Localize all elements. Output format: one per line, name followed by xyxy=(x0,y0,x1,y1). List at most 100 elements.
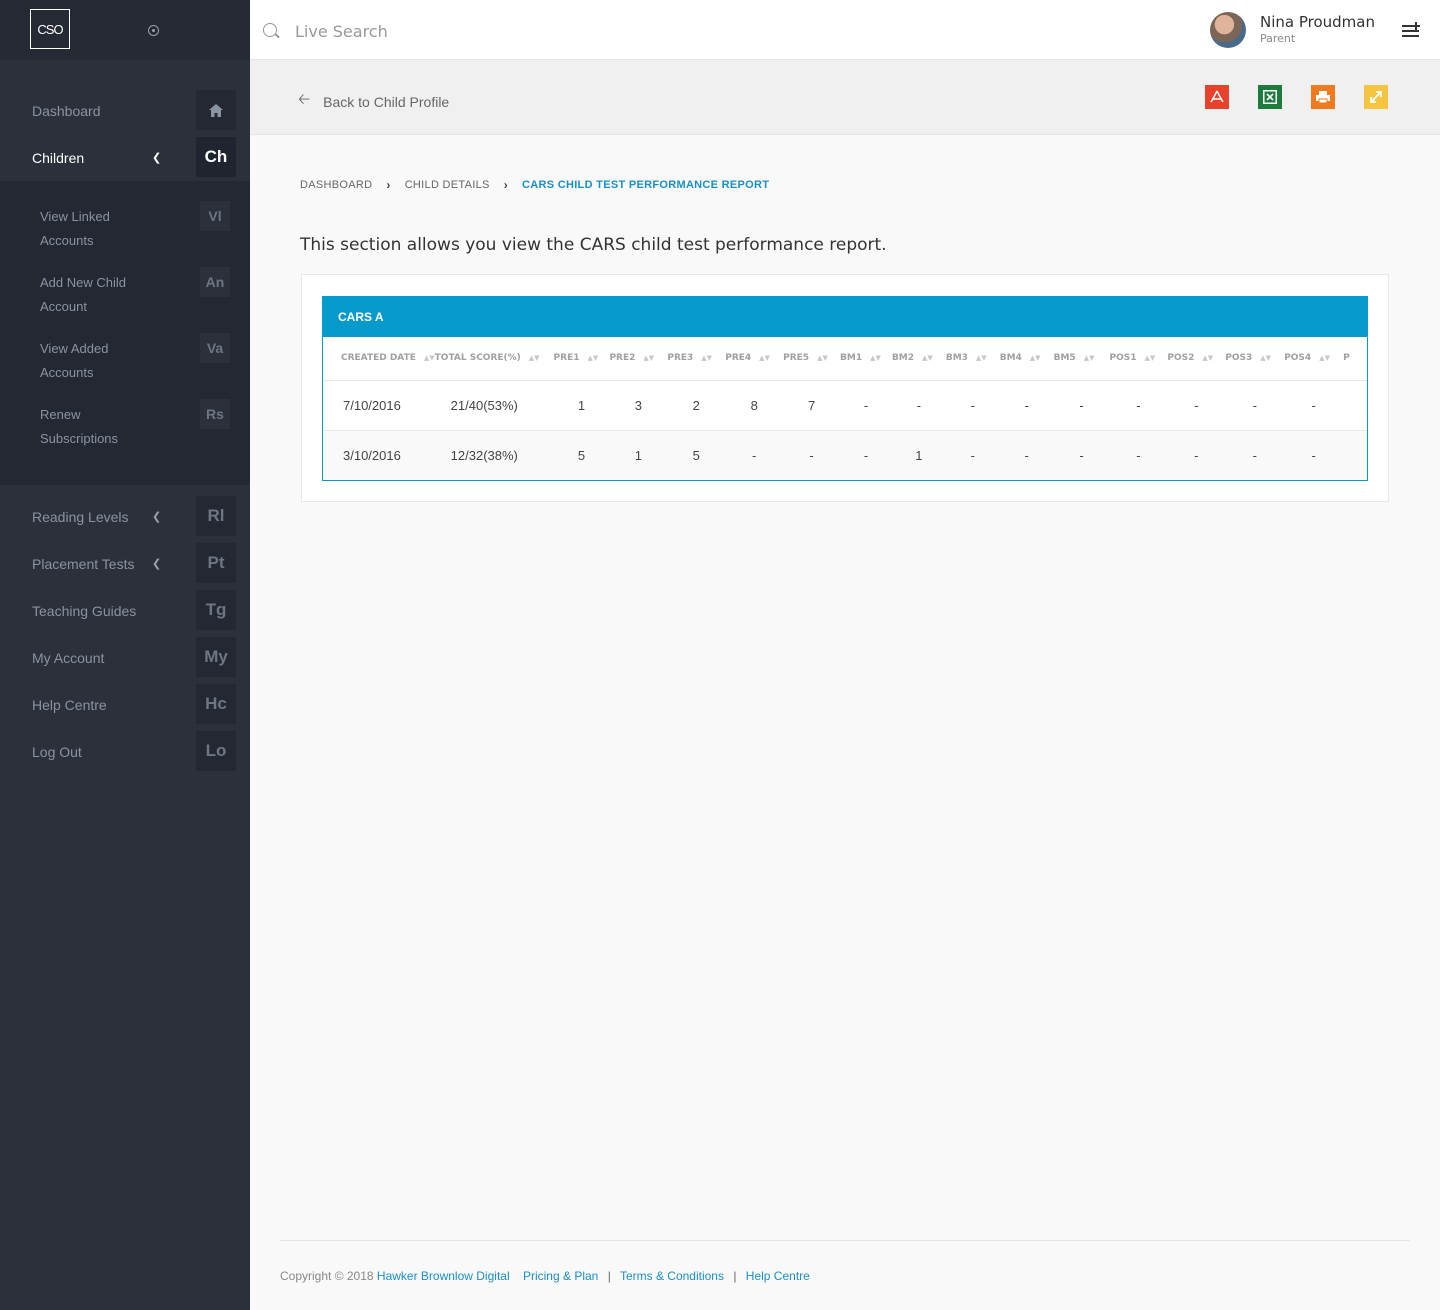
submenu-item-label: View Linked Accounts xyxy=(40,209,110,248)
submenu-item-label: View Added Accounts xyxy=(40,341,109,380)
back-link-label: Back to Child Profile xyxy=(323,93,450,110)
sidebar-item-badge: My xyxy=(196,637,236,677)
table-cell: 1 xyxy=(609,430,668,480)
search-input[interactable] xyxy=(295,19,595,43)
column-header[interactable]: POS4 ▲▼ xyxy=(1284,337,1344,381)
column-header-label: PRE2 xyxy=(609,353,636,364)
column-header-label: BM4 xyxy=(999,353,1022,364)
table-cell: 12/32(38%) xyxy=(434,430,554,480)
submenu-item-view-added-accounts[interactable]: View Added Accounts Va xyxy=(0,333,250,399)
sort-icon: ▲▼ xyxy=(1202,354,1214,363)
sidebar-item-badge: Rl xyxy=(196,496,236,536)
page-header: 🡠 Back to Child Profile xyxy=(250,60,1440,135)
column-header[interactable]: PRE5 ▲▼ xyxy=(783,337,841,381)
column-header-label: PRE3 xyxy=(667,353,694,364)
avatar[interactable] xyxy=(1210,12,1246,48)
sidebar-item-placement-tests[interactable]: Placement Tests ❮ Pt xyxy=(0,540,250,587)
column-header-label: PRE4 xyxy=(725,353,752,364)
sidebar-item-log-out[interactable]: Log Out Lo xyxy=(0,728,250,775)
table-cell: 2 xyxy=(667,380,726,431)
table-cell: - xyxy=(1109,430,1168,480)
chevron-left-icon: ❮ xyxy=(152,558,162,570)
column-header[interactable]: PRE3 ▲▼ xyxy=(667,337,726,381)
page-intro: This section allows you view the CARS ch… xyxy=(300,235,887,255)
footer-copyright: Copyright © 2018 xyxy=(280,1269,374,1283)
expand-icon[interactable] xyxy=(1364,85,1388,109)
user-name[interactable]: Nina Proudman xyxy=(1260,13,1375,31)
pdf-icon[interactable] xyxy=(1205,85,1229,109)
breadcrumb-current: CARS CHILD TEST PERFORMANCE REPORT xyxy=(521,179,770,191)
column-header[interactable]: BM5 ▲▼ xyxy=(1053,337,1110,381)
column-header[interactable]: BM1 ▲▼ xyxy=(840,337,892,381)
breadcrumb-child-details[interactable]: CHILD DETAILS xyxy=(405,179,490,191)
column-header[interactable]: PRE4 ▲▼ xyxy=(725,337,784,381)
sidebar-item-label: Teaching Guides xyxy=(32,602,137,619)
breadcrumb: DASHBOARD › CHILD DETAILS › CARS CHILD T… xyxy=(300,178,769,192)
sidebar-toggle-icon[interactable] xyxy=(148,25,159,36)
sidebar-item-my-account[interactable]: My Account My xyxy=(0,634,250,681)
chevron-right-icon: › xyxy=(503,178,508,192)
sidebar-item-badge: Lo xyxy=(196,731,236,771)
table-cell: - xyxy=(1167,430,1226,480)
topbar: Nina Proudman Parent xyxy=(250,0,1440,60)
panel-title: CARS A xyxy=(323,297,1367,337)
footer-pricing-link[interactable]: Pricing & Plan xyxy=(523,1269,598,1283)
column-header[interactable]: POS3 ▲▼ xyxy=(1225,337,1285,381)
table-cell: - xyxy=(783,430,841,480)
submenu-item-add-new-child-account[interactable]: Add New Child Account An xyxy=(0,267,250,333)
breadcrumb-dashboard[interactable]: DASHBOARD xyxy=(300,179,372,191)
footer-help-link[interactable]: Help Centre xyxy=(746,1269,810,1283)
column-header[interactable]: BM2 ▲▼ xyxy=(891,337,946,381)
column-header[interactable]: BM4 ▲▼ xyxy=(999,337,1054,381)
sidebar-item-reading-levels[interactable]: Reading Levels ❮ Rl xyxy=(0,493,250,540)
column-header[interactable]: TOTAL SCORE(%) ▲▼ xyxy=(434,337,554,381)
sidebar-item-badge: Pt xyxy=(196,543,236,583)
table-cell: 5 xyxy=(553,430,610,480)
sidebar-item-dashboard[interactable]: Dashboard xyxy=(0,87,250,134)
back-to-child-profile-link[interactable]: 🡠 Back to Child Profile xyxy=(298,89,449,114)
column-header[interactable]: PRE1 ▲▼ xyxy=(553,337,610,381)
column-header-label: BM3 xyxy=(945,353,968,364)
column-header[interactable]: BM3 ▲▼ xyxy=(945,337,1000,381)
user-role: Parent xyxy=(1260,32,1296,45)
table-cell: 7/10/2016 xyxy=(323,380,435,431)
excel-icon[interactable] xyxy=(1258,85,1282,109)
column-header[interactable]: POS2 ▲▼ xyxy=(1167,337,1226,381)
footer-terms-link[interactable]: Terms & Conditions xyxy=(620,1269,724,1283)
table-cell xyxy=(1343,380,1367,431)
column-header-label: BM5 xyxy=(1053,353,1076,364)
table-cell: - xyxy=(1167,380,1226,431)
table-cell: - xyxy=(1109,380,1168,431)
sort-icon: ▲▼ xyxy=(1260,354,1272,363)
table-cell: 21/40(53%) xyxy=(434,380,554,431)
column-header-label: BM1 xyxy=(840,353,863,364)
sidebar-item-label: Dashboard xyxy=(32,102,101,119)
home-icon xyxy=(196,90,236,130)
column-header[interactable]: CREATED DATE ▲▼ xyxy=(323,337,435,381)
sidebar-item-help-centre[interactable]: Help Centre Hc xyxy=(0,681,250,728)
logo[interactable]: CSO xyxy=(30,9,70,49)
sort-icon: ▲▼ xyxy=(922,354,933,363)
column-header-label: POS2 xyxy=(1167,353,1195,364)
submenu-item-renew-subscriptions[interactable]: Renew Subscriptions Rs xyxy=(0,399,250,465)
submenu-item-view-linked-accounts[interactable]: View Linked Accounts Vl xyxy=(0,201,250,267)
table-cell: - xyxy=(725,430,784,480)
sort-icon: ▲▼ xyxy=(1029,354,1041,363)
column-header[interactable]: P xyxy=(1343,337,1367,381)
report-card: CARS A CREATED DATE ▲▼ TOTAL SCORE(%) ▲▼ P… xyxy=(301,274,1389,502)
print-icon[interactable] xyxy=(1311,85,1335,109)
table-cell: 3/10/2016 xyxy=(323,430,435,480)
table-cell: 8 xyxy=(725,380,784,431)
column-header[interactable]: PRE2 ▲▼ xyxy=(609,337,668,381)
footer-separator: | xyxy=(733,1269,737,1283)
add-list-icon[interactable] xyxy=(1402,22,1420,38)
footer-company-link[interactable]: Hawker Brownlow Digital xyxy=(377,1269,510,1283)
column-header[interactable]: POS1 ▲▼ xyxy=(1109,337,1168,381)
chevron-left-icon: ❮ xyxy=(152,152,162,164)
report-table: CREATED DATE ▲▼ TOTAL SCORE(%) ▲▼ PRE1 ▲▼ P… xyxy=(323,337,1367,480)
table-cell: - xyxy=(1053,380,1110,431)
table-cell xyxy=(1343,430,1367,480)
sidebar-item-children[interactable]: Children ❮ Ch xyxy=(0,134,250,181)
sidebar-item-badge: Tg xyxy=(196,590,236,630)
sidebar-item-teaching-guides[interactable]: Teaching Guides Tg xyxy=(0,587,250,634)
